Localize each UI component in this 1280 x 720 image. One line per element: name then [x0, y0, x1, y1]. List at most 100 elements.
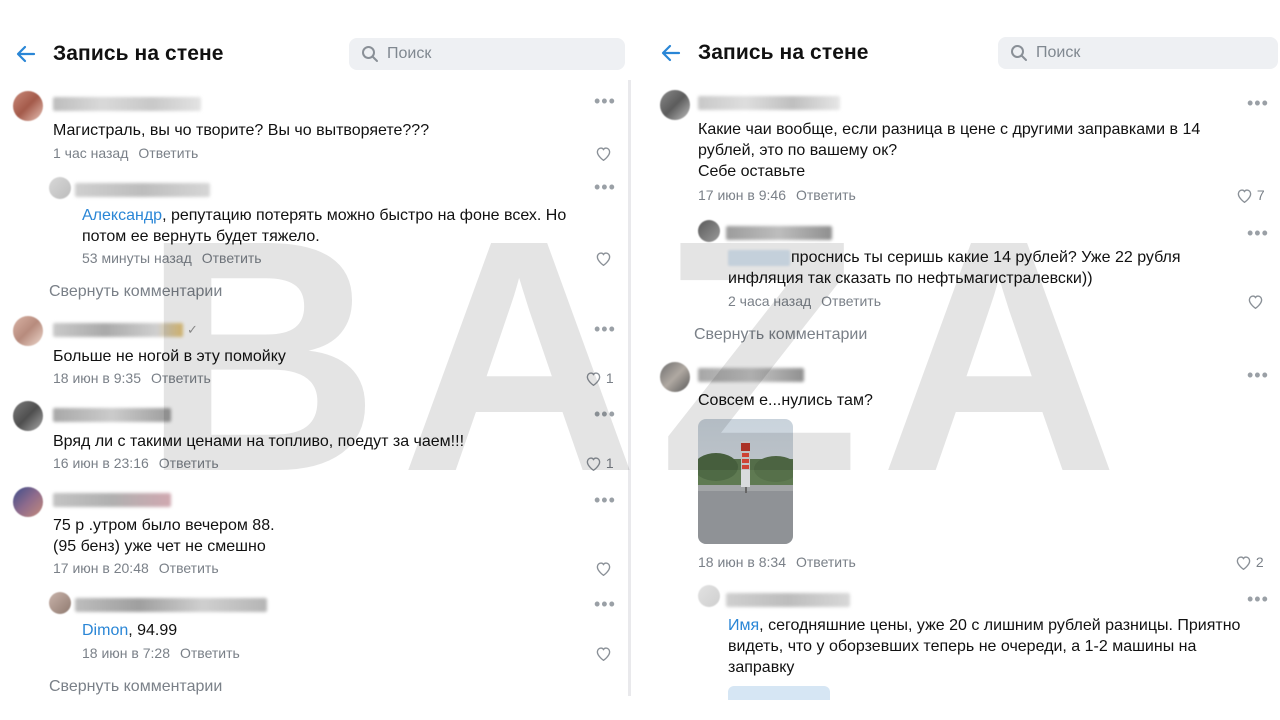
like-button[interactable]: 1 [585, 455, 614, 475]
panel-divider [628, 80, 631, 696]
comment-text: Магистраль, вы чо творите? Вы чо вытворя… [53, 122, 430, 139]
reply-button[interactable]: Ответить [159, 560, 219, 576]
comment-text-line: Dimon, 94.99 [82, 620, 177, 641]
more-options-icon[interactable]: ••• [1247, 224, 1269, 242]
more-options-icon[interactable]: ••• [594, 405, 616, 423]
avatar[interactable] [698, 220, 720, 242]
author-name-blurred[interactable] [698, 368, 804, 382]
comment-text-line: Имя, сегодняшние цены, уже 20 с лишним р… [728, 615, 1240, 636]
like-button[interactable] [1247, 293, 1264, 313]
comment-time: 18 июн в 9:35 [53, 370, 141, 386]
mention-blurred[interactable] [728, 250, 790, 266]
avatar[interactable] [13, 401, 43, 431]
more-options-icon[interactable]: ••• [1247, 366, 1269, 384]
like-count: 2 [1255, 554, 1264, 570]
collapse-comments-button[interactable]: Свернуть комментарии [49, 678, 222, 696]
reply-button[interactable]: Ответить [180, 645, 240, 661]
comment-text-line: Какие чаи вообще, если разница в цене с … [698, 121, 1201, 138]
avatar[interactable] [698, 585, 720, 607]
attached-photo[interactable] [698, 419, 793, 544]
arrow-left-icon [661, 44, 681, 62]
comment-time: 17 июн в 9:46 [698, 187, 786, 203]
author-name-blurred[interactable] [53, 323, 183, 337]
author-name-blurred[interactable] [726, 593, 850, 607]
comment-text-line: заправку [728, 659, 795, 676]
page-title: Запись на стене [53, 42, 224, 65]
reply-button[interactable]: Ответить [796, 554, 856, 570]
like-button[interactable] [595, 145, 612, 165]
like-button[interactable]: 1 [585, 370, 614, 390]
avatar[interactable] [660, 90, 690, 120]
author-name-blurred[interactable] [53, 493, 171, 507]
heart-icon [1248, 295, 1263, 310]
search-input[interactable]: Поиск [349, 38, 625, 70]
comment-text: Совсем е...нулись там? [698, 392, 873, 409]
comment-text: , 94.99 [128, 622, 178, 639]
heart-icon [1237, 189, 1252, 204]
verified-check-icon: ✓ [187, 322, 198, 337]
author-name-blurred[interactable] [75, 598, 267, 612]
left-wall-post-panel: Запись на стене Поиск ••• Магистраль, вы… [0, 0, 628, 720]
mention-link[interactable]: Dimon [82, 622, 128, 639]
more-options-icon[interactable]: ••• [1247, 590, 1269, 608]
more-options-icon[interactable]: ••• [594, 320, 616, 338]
avatar[interactable] [13, 487, 43, 517]
reply-button[interactable]: Ответить [151, 370, 211, 386]
header: Запись на стене Поиск [0, 34, 628, 74]
like-button[interactable]: 2 [1235, 554, 1264, 574]
comment-text: , репутацию потерять можно быстро на фон… [162, 207, 567, 224]
author-name-blurred[interactable] [75, 183, 210, 197]
like-button[interactable] [595, 560, 612, 580]
search-placeholder: Поиск [387, 45, 432, 62]
like-button[interactable] [595, 250, 612, 270]
reply-button[interactable]: Ответить [202, 250, 262, 266]
comment-meta: 1 час назад Ответить [53, 145, 198, 161]
like-count: 1 [605, 370, 614, 386]
avatar[interactable] [13, 91, 43, 121]
more-options-icon[interactable]: ••• [594, 491, 616, 509]
author-name-blurred[interactable] [726, 226, 832, 240]
comment-meta: 17 июн в 9:46 Ответить [698, 187, 856, 203]
search-input[interactable]: Поиск [998, 37, 1278, 69]
search-icon [362, 46, 378, 62]
reply-button[interactable]: Ответить [821, 293, 881, 309]
mention-link[interactable]: Имя [728, 617, 759, 634]
avatar[interactable] [13, 316, 43, 346]
author-name-blurred[interactable] [53, 97, 201, 111]
avatar[interactable] [49, 592, 71, 614]
comment-time: 17 июн в 20:48 [53, 560, 149, 576]
more-options-icon[interactable]: ••• [594, 92, 616, 110]
like-count: 1 [605, 455, 614, 471]
comment-text-line: проснись ты серишь какие 14 рублей? Уже … [791, 249, 1181, 266]
mention-link[interactable]: Александр [82, 207, 162, 224]
more-options-icon[interactable]: ••• [1247, 94, 1269, 112]
more-options-icon[interactable]: ••• [594, 178, 616, 196]
comment-time: 16 июн в 23:16 [53, 455, 149, 471]
like-button[interactable]: 7 [1236, 187, 1265, 207]
avatar[interactable] [660, 362, 690, 392]
reply-button[interactable]: Ответить [796, 187, 856, 203]
comment-time: 2 часа назад [728, 293, 812, 309]
reply-button[interactable]: Ответить [138, 145, 198, 161]
like-button[interactable] [595, 645, 612, 665]
search-icon [1011, 45, 1027, 61]
comment-time: 18 июн в 7:28 [82, 645, 170, 661]
author-name-blurred[interactable] [53, 408, 171, 422]
comment-meta: 18 июн в 9:35 Ответить [53, 370, 211, 386]
reply-button[interactable]: Ответить [159, 455, 219, 471]
back-button[interactable] [14, 42, 38, 66]
comment-meta: 18 июн в 8:34 Ответить [698, 554, 856, 570]
heart-icon [586, 372, 601, 387]
comment-text-line: 75 р .утром было вечером 88. [53, 517, 275, 534]
comment-text-line: потом ее вернуть будет тяжело. [82, 228, 320, 245]
author-name-blurred[interactable] [698, 96, 840, 110]
collapse-comments-button[interactable]: Свернуть комментарии [694, 326, 867, 344]
more-options-icon[interactable]: ••• [594, 595, 616, 613]
avatar[interactable] [49, 177, 71, 199]
search-placeholder: Поиск [1036, 44, 1081, 61]
collapse-comments-button[interactable]: Свернуть комментарии [49, 283, 222, 301]
back-button[interactable] [659, 41, 683, 65]
comment-text: Вряд ли с такими ценами на топливо, поед… [53, 433, 465, 450]
heart-icon [596, 647, 611, 662]
attachment-preview[interactable] [728, 686, 830, 700]
